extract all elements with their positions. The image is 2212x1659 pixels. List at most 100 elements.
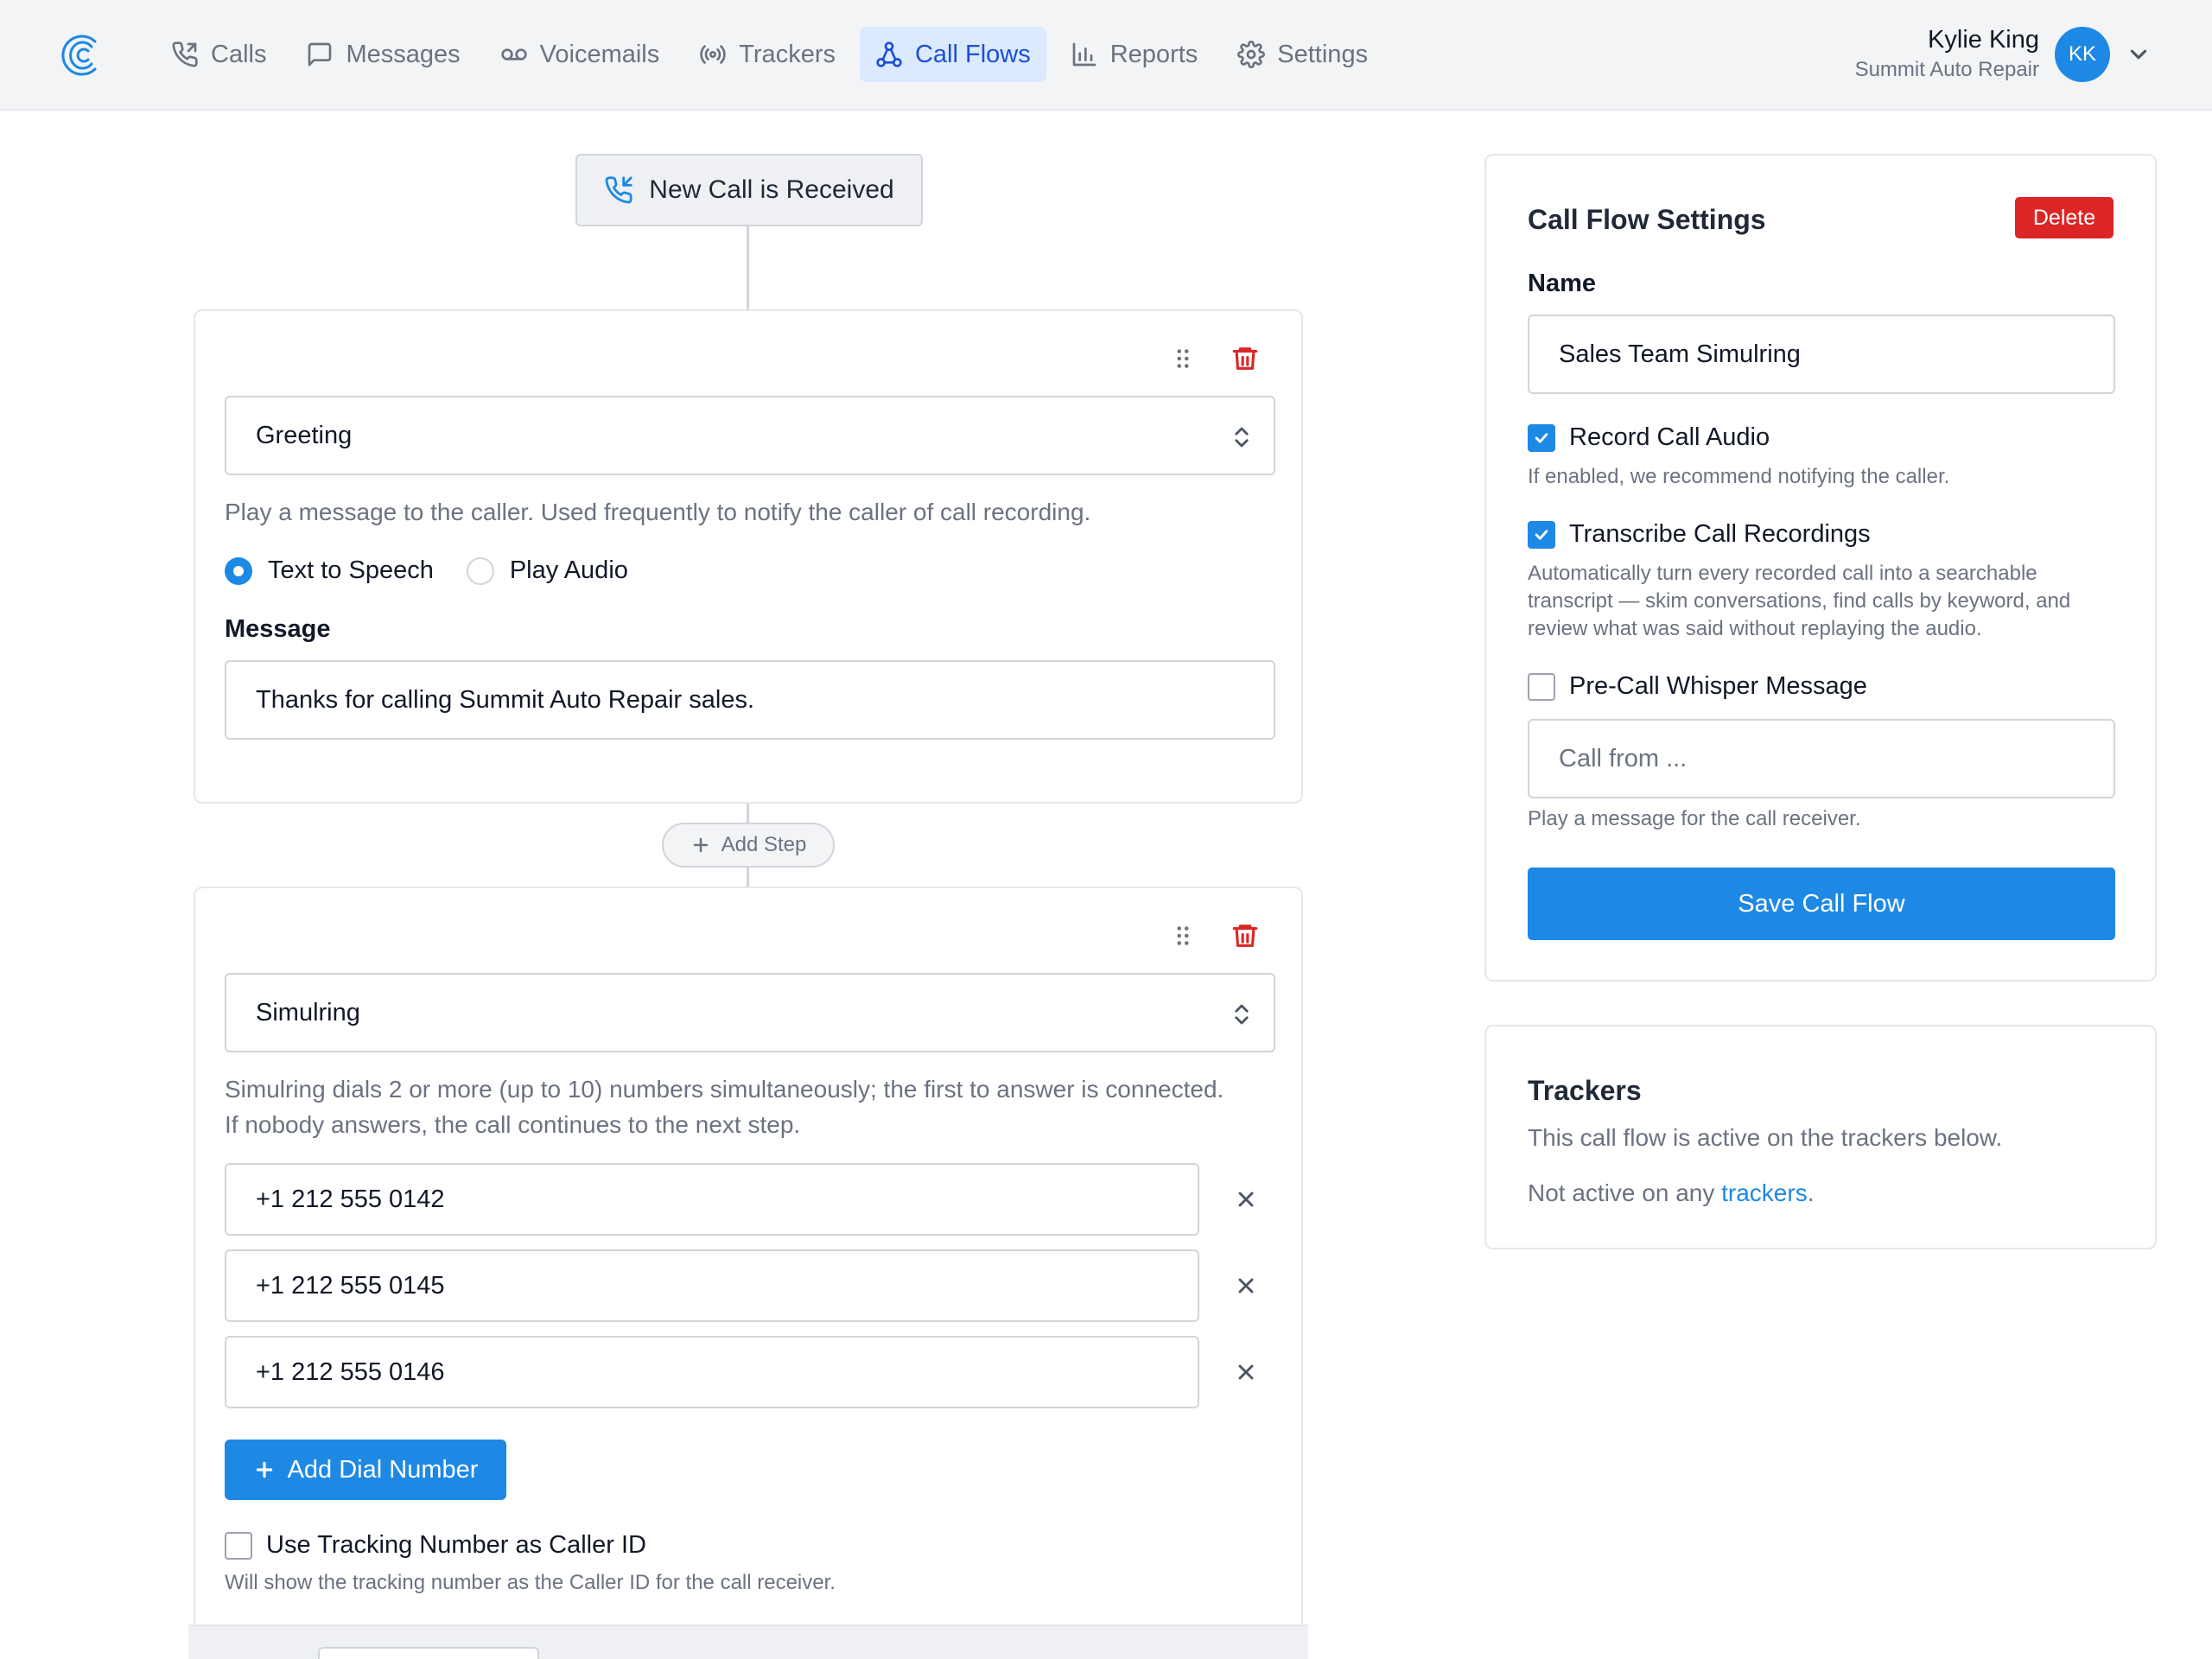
logo-icon[interactable] <box>60 31 102 79</box>
remove-number-icon[interactable] <box>1234 1187 1258 1211</box>
radio-text-to-speech[interactable] <box>225 556 252 585</box>
dial-number-input[interactable]: +1 212 555 0146 <box>225 1336 1199 1408</box>
top-nav-bar: Calls Messages Voicemails Trackers Call … <box>0 0 2212 111</box>
trackers-status-suffix: . <box>1807 1179 1815 1206</box>
flow-icon <box>876 41 902 67</box>
plus-icon <box>693 837 708 853</box>
transcribe-hint-line-3: review what was said without replaying t… <box>1528 617 1982 640</box>
trackers-description: This call flow is active on the trackers… <box>1528 1124 2003 1151</box>
nav-settings-label: Settings <box>1277 40 1369 68</box>
add-step-label: Add Step <box>721 833 807 856</box>
avatar[interactable]: KK <box>2055 26 2110 82</box>
user-name: Kylie King <box>1928 26 2039 54</box>
plus-icon <box>256 1461 272 1478</box>
trigger-node: New Call is Received <box>575 154 923 226</box>
user-org: Summit Auto Repair <box>1854 58 2039 81</box>
check-icon <box>1535 529 1548 540</box>
chevron-down-icon[interactable] <box>2126 41 2152 67</box>
nav-calls[interactable]: Calls <box>156 27 282 82</box>
gear-icon <box>1237 41 1266 68</box>
nav-settings[interactable]: Settings <box>1222 27 1383 82</box>
bottom-toolbar-button[interactable] <box>318 1647 539 1659</box>
caller-id-label[interactable]: Use Tracking Number as Caller ID <box>266 1531 646 1560</box>
save-call-flow-button[interactable]: Save Call Flow <box>1528 868 2115 940</box>
transcribe-hint: Automatically turn every recorded call i… <box>1528 560 2070 643</box>
step-description-line-2: If nobody answers, the call continues to… <box>225 1111 801 1138</box>
record-audio-row[interactable]: Record Call Audio <box>1528 423 1770 452</box>
voicemail-icon <box>500 48 527 60</box>
whisper-placeholder: Call from ... <box>1559 744 1688 772</box>
step-type-select[interactable]: Greeting <box>225 396 1275 475</box>
remove-number-icon[interactable] <box>1234 1360 1258 1384</box>
settings-title: Call Flow Settings <box>1528 204 1766 235</box>
nav-messages[interactable]: Messages <box>290 27 475 82</box>
nav-messages-label: Messages <box>346 40 461 68</box>
name-value: Sales Team Simulring <box>1559 340 1801 368</box>
delete-button[interactable]: Delete <box>2015 197 2113 238</box>
add-dial-number-button[interactable]: Add Dial Number <box>225 1440 506 1500</box>
nav-call-flows[interactable]: Call Flows <box>859 27 1046 82</box>
dial-number-input[interactable]: +1 212 555 0145 <box>225 1249 1199 1322</box>
message-input[interactable]: Thanks for calling Summit Auto Repair sa… <box>225 660 1275 740</box>
nav-voicemails[interactable]: Voicemails <box>485 27 676 82</box>
name-label: Name <box>1528 270 1596 297</box>
step-actions <box>1168 344 1260 373</box>
dial-number-input[interactable]: +1 212 555 0142 <box>225 1163 1199 1236</box>
whisper-row[interactable]: Pre-Call Whisper Message <box>1528 672 1867 701</box>
step-type-select[interactable]: Simulring <box>225 973 1275 1052</box>
record-audio-label[interactable]: Record Call Audio <box>1569 423 1770 452</box>
transcribe-label[interactable]: Transcribe Call Recordings <box>1569 520 1871 549</box>
transcribe-hint-line-1: Automatically turn every recorded call i… <box>1528 562 2037 585</box>
caller-id-hint: Will show the tracking number as the Cal… <box>225 1571 836 1594</box>
nav-trackers[interactable]: Trackers <box>683 27 851 82</box>
transcribe-row[interactable]: Transcribe Call Recordings <box>1528 520 1871 549</box>
dial-number-value: +1 212 555 0145 <box>256 1271 445 1300</box>
call-flow-settings-panel: Call Flow Settings Delete Name Sales Tea… <box>1484 154 2157 982</box>
record-audio-hint: If enabled, we recommend notifying the c… <box>1528 465 1950 488</box>
message-label: Message <box>225 615 331 643</box>
nav-call-flows-label: Call Flows <box>914 40 1031 68</box>
connector-line <box>747 226 749 309</box>
user-info: Kylie King Summit Auto Repair <box>1855 26 2039 82</box>
trigger-label: New Call is Received <box>649 175 894 204</box>
message-icon <box>308 42 332 67</box>
whisper-label[interactable]: Pre-Call Whisper Message <box>1569 672 1867 701</box>
add-dial-number-label: Add Dial Number <box>287 1455 479 1484</box>
name-input[interactable]: Sales Team Simulring <box>1528 315 2115 394</box>
nav-reports[interactable]: Reports <box>1055 27 1214 82</box>
audio-source-radios: Text to Speech Play Audio <box>225 556 628 585</box>
message-value: Thanks for calling Summit Auto Repair sa… <box>256 685 755 714</box>
drag-handle-icon[interactable] <box>1168 344 1198 373</box>
dial-number-value: +1 212 555 0146 <box>256 1357 445 1386</box>
nav-voicemails-label: Voicemails <box>539 40 660 68</box>
trash-icon[interactable] <box>1230 344 1260 373</box>
connector-line <box>747 868 749 888</box>
trackers-panel: Trackers This call flow is active on the… <box>1484 1025 2157 1249</box>
user-menu[interactable]: Kylie King Summit Auto Repair KK <box>1855 26 2152 82</box>
chevron-up-down-icon <box>1235 427 1249 448</box>
remove-number-icon[interactable] <box>1234 1274 1258 1298</box>
drag-handle-icon[interactable] <box>1168 921 1198 950</box>
connector-line <box>747 804 749 823</box>
radio-play-audio[interactable] <box>466 556 494 585</box>
trash-icon[interactable] <box>1230 921 1260 950</box>
nav-calls-label: Calls <box>211 40 267 68</box>
whisper-hint: Play a message for the call receiver. <box>1528 807 1861 830</box>
caller-id-checkbox[interactable] <box>225 1531 252 1560</box>
step-actions <box>1168 921 1260 950</box>
add-step-button[interactable]: Add Step <box>662 823 835 868</box>
radio-tts-label[interactable]: Text to Speech <box>268 556 434 585</box>
bottom-toolbar <box>188 1624 1308 1659</box>
transcribe-hint-line-2: transcript — skim conversations, find ca… <box>1528 589 2071 613</box>
whisper-message-input[interactable]: Call from ... <box>1528 719 2115 798</box>
transcribe-checkbox[interactable] <box>1528 520 1555 549</box>
whisper-checkbox[interactable] <box>1528 672 1555 701</box>
greeting-step-card: Greeting Play a message to the caller. U… <box>194 309 1303 804</box>
trackers-link[interactable]: trackers <box>1721 1179 1808 1206</box>
trackers-title: Trackers <box>1528 1075 1642 1106</box>
trackers-status: Not active on any trackers. <box>1528 1175 1814 1211</box>
caller-id-checkbox-row[interactable]: Use Tracking Number as Caller ID <box>225 1531 646 1560</box>
radio-audio-label[interactable]: Play Audio <box>510 556 628 585</box>
record-audio-checkbox[interactable] <box>1528 423 1555 452</box>
chevron-up-down-icon <box>1235 1004 1249 1025</box>
